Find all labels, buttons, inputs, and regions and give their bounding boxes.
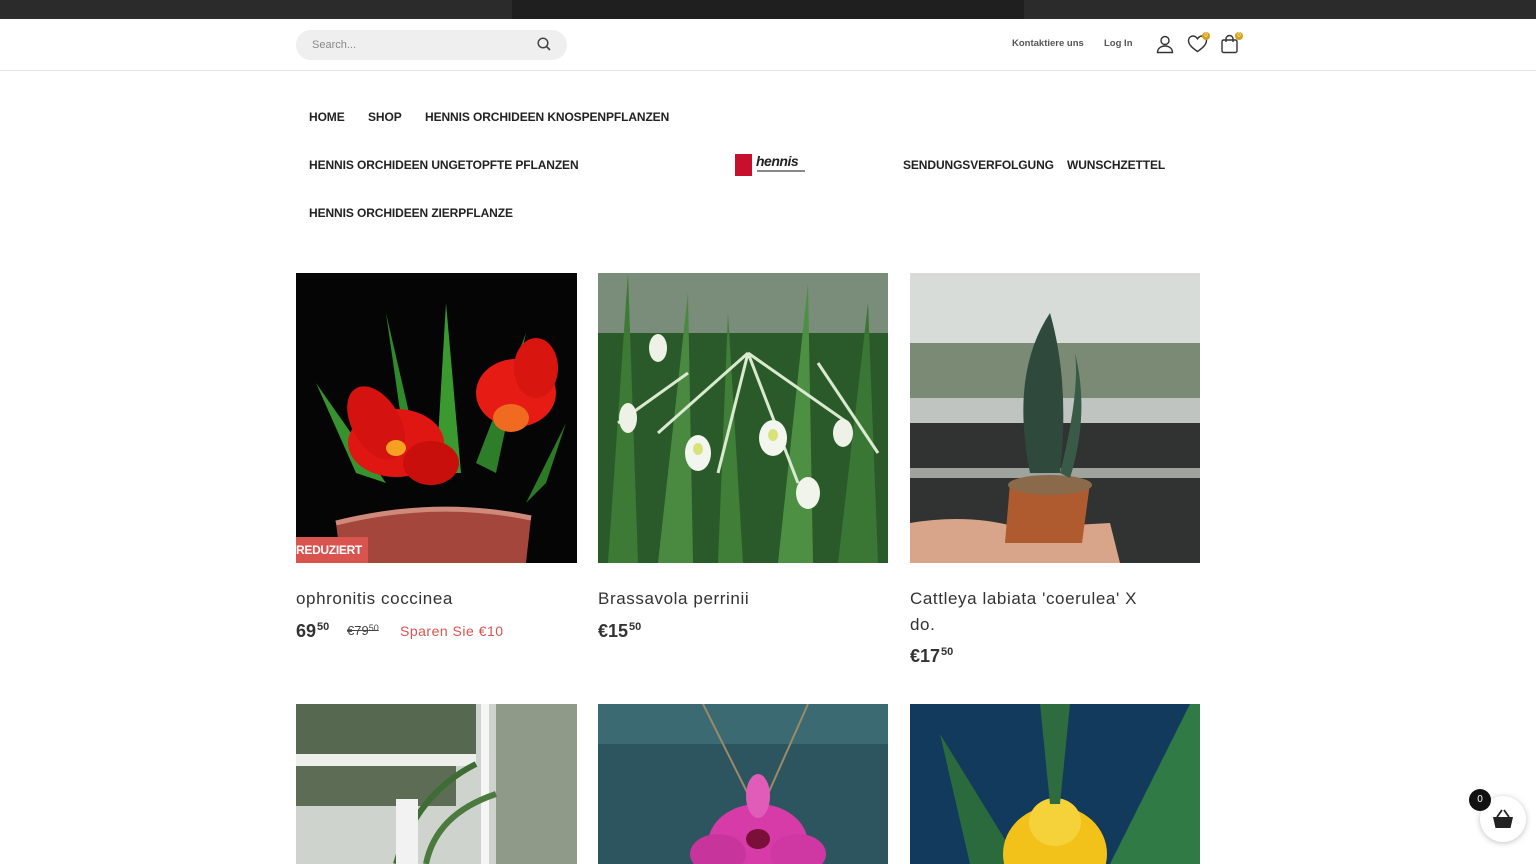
- product-title[interactable]: Cattleya labiata 'coerulea' X: [910, 589, 1137, 609]
- product-image-sophronitis[interactable]: [296, 273, 577, 563]
- product-price: 6950: [296, 621, 329, 642]
- price-integer: €17: [910, 646, 941, 666]
- floating-cart-count: 0: [1469, 789, 1491, 811]
- old-price-cents: 50: [368, 623, 379, 633]
- price-integer: €15: [598, 621, 629, 641]
- orchid-red-image: [296, 273, 577, 563]
- nav-zierpflanze[interactable]: HENNIS ORCHIDEEN ZIERPFLANZE: [309, 206, 513, 220]
- nav-ungetopfte-pflanzen[interactable]: HENNIS ORCHIDEEN UNGETOPFTE PFLANZEN: [309, 158, 579, 172]
- product-image-row2-2[interactable]: [598, 704, 888, 864]
- product-title[interactable]: ophronitis coccinea: [296, 589, 453, 609]
- wishlist-count-badge: 0: [1202, 32, 1210, 40]
- site-header: Kontaktiere uns Log In 0 0: [0, 19, 1536, 71]
- contact-link[interactable]: Kontaktiere uns: [1012, 38, 1084, 49]
- product-price: €1750: [910, 646, 953, 667]
- search-input[interactable]: [312, 37, 522, 53]
- greenhouse-plant-image: [296, 704, 577, 864]
- nav-home[interactable]: HOME: [309, 110, 345, 124]
- price-integer: 69: [296, 621, 317, 641]
- logo-mark-icon: [735, 154, 752, 176]
- price-cents: 50: [317, 621, 330, 633]
- nav-shop[interactable]: SHOP: [368, 110, 402, 124]
- cattleya-seedling-image: [910, 273, 1200, 563]
- nav-knospenpflanzen[interactable]: HENNIS ORCHIDEEN KNOSPENPFLANZEN: [425, 110, 669, 124]
- orchid-pink-image: [598, 704, 888, 864]
- logo-tagline: [757, 170, 805, 172]
- product-image-row2-3[interactable]: [910, 704, 1200, 864]
- login-link[interactable]: Log In: [1104, 38, 1133, 49]
- price-cents: 50: [941, 646, 954, 658]
- product-title-line2[interactable]: do.: [910, 615, 935, 635]
- basket-icon: [1493, 809, 1513, 828]
- product-image-row2-1[interactable]: [296, 704, 577, 864]
- site-logo[interactable]: hennis: [735, 153, 807, 179]
- orchid-yellow-image: [910, 704, 1200, 864]
- nav-wunschzettel[interactable]: WUNSCHZETTEL: [1067, 158, 1165, 172]
- search-box[interactable]: [296, 30, 567, 60]
- top-bar: [0, 0, 1536, 19]
- top-bar-center: [512, 0, 1024, 19]
- sale-badge: REDUZIERT: [296, 537, 368, 563]
- old-price-integer: €79: [347, 623, 369, 638]
- product-old-price: €7950: [347, 623, 379, 638]
- orchid-white-image: [598, 273, 888, 563]
- price-cents: 50: [629, 621, 642, 633]
- product-title[interactable]: Brassavola perrinii: [598, 589, 749, 609]
- product-image-cattleya[interactable]: [910, 273, 1200, 563]
- search-icon[interactable]: [536, 36, 552, 52]
- logo-wordmark: hennis: [756, 153, 799, 169]
- user-icon[interactable]: [1155, 34, 1175, 54]
- product-price: €1550: [598, 621, 641, 642]
- cart-count-badge: 0: [1235, 32, 1243, 40]
- product-image-brassavola[interactable]: [598, 273, 888, 563]
- product-savings: Sparen Sie €10: [400, 623, 504, 639]
- nav-sendungsverfolgung[interactable]: SENDUNGSVERFOLGUNG: [903, 158, 1054, 172]
